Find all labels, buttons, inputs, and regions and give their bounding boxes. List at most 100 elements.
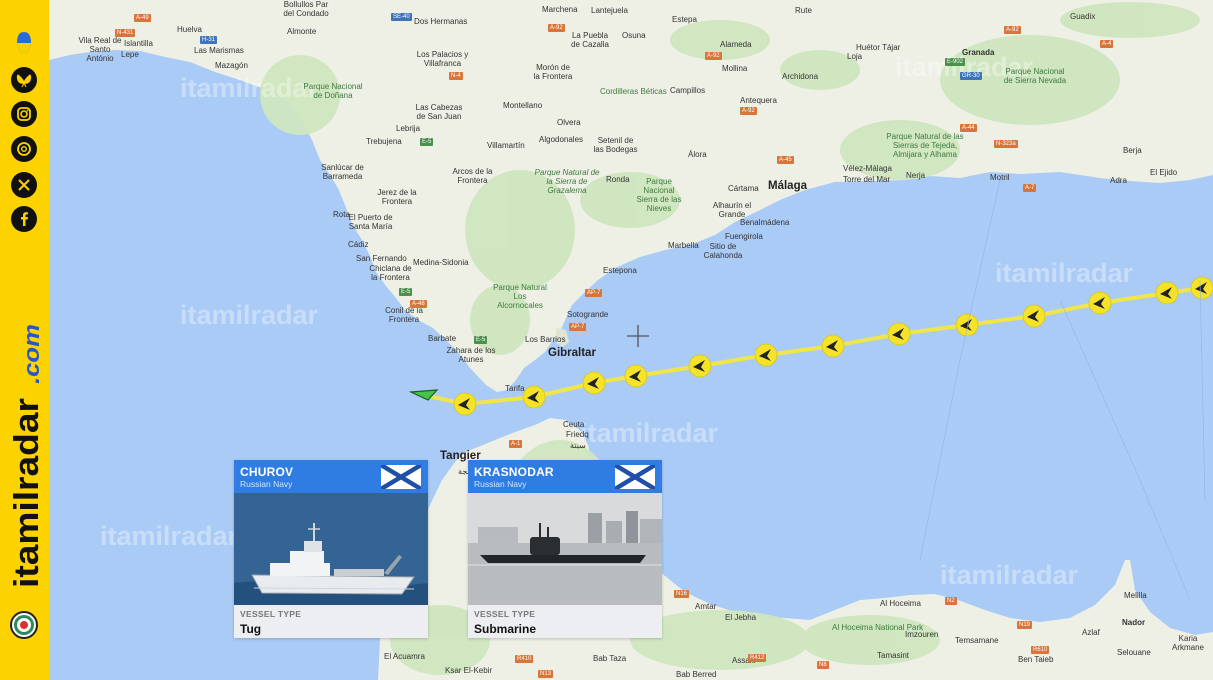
- place-label: Villamartín: [487, 141, 525, 150]
- road-shield: AP-7: [585, 289, 603, 297]
- threads-icon[interactable]: [11, 136, 37, 162]
- watermark: itamilradar: [995, 258, 1134, 288]
- card-footer: VESSEL TYPE Submarine: [468, 605, 662, 638]
- card-header: KRASNODAR Russian Navy: [468, 460, 662, 493]
- vessel-operator: Russian Navy: [474, 479, 527, 489]
- place-label: سبتة: [570, 441, 586, 450]
- road-shield: N2: [945, 597, 957, 605]
- place-label: Alhaurín el Grande: [712, 201, 752, 219]
- road-shield: A-49: [134, 14, 151, 22]
- place-label: Tarifa: [505, 384, 525, 393]
- park-label: Parque Nacional de Doñana: [303, 82, 363, 100]
- place-label: Mollina: [722, 64, 748, 73]
- place-label: Motril: [990, 173, 1010, 182]
- place-label: Benalmádena: [740, 218, 790, 227]
- place-label: Loja: [847, 52, 863, 61]
- road-shield: A-92: [740, 107, 757, 115]
- brand-tld: .com: [19, 324, 44, 384]
- place-label: Conil de la Frontera: [385, 306, 423, 324]
- place-label: Marchena: [542, 5, 578, 14]
- place-label: Rute: [795, 6, 812, 15]
- place-label: Estepona: [603, 266, 637, 275]
- road-shield: R610: [1031, 646, 1050, 654]
- place-label: Azlaf: [1082, 628, 1100, 637]
- bluesky-icon[interactable]: [11, 67, 37, 93]
- route-marker-icon[interactable]: [955, 313, 979, 337]
- place-label: Algodonales: [539, 135, 584, 144]
- place-label: Vélez-Málaga: [843, 164, 892, 173]
- place-label: Alameda: [720, 40, 752, 49]
- place-label: Islantilla: [124, 39, 153, 48]
- road-shield: A-7: [1023, 184, 1037, 192]
- road-shield: N8: [817, 661, 829, 669]
- place-label: Trebujena: [366, 137, 402, 146]
- place-label: Granada: [962, 48, 995, 57]
- route-marker-icon[interactable]: [582, 371, 606, 395]
- place-label: El Puerto de Santa María: [348, 213, 393, 231]
- road-shield: A-92: [705, 52, 722, 60]
- place-label: Sotogrande: [567, 310, 609, 319]
- park-label: Parque Natural de las Sierras de Tejeda,…: [886, 132, 964, 159]
- route-marker-icon[interactable]: [1088, 291, 1112, 315]
- road-shield: R412: [748, 654, 767, 662]
- place-label: Barbate: [428, 334, 457, 343]
- place-label: Marbella: [668, 241, 699, 250]
- road-shield: A-1: [509, 440, 523, 448]
- roundel-icon: [10, 611, 38, 639]
- place-label: Cádiz: [348, 240, 369, 249]
- place-label: Álora: [688, 150, 707, 159]
- place-label: Campillos: [670, 86, 706, 95]
- place-label: Estepa: [672, 15, 697, 24]
- place-label: Vila Real de Santo António: [78, 36, 122, 63]
- place-label: Tamasint: [877, 651, 910, 660]
- route-marker-icon[interactable]: [453, 392, 477, 416]
- place-label: La Puebla de Cazalla: [571, 31, 609, 49]
- brand-name: itamilradar: [8, 398, 45, 588]
- place-label: Bollullos Par del Condado: [283, 0, 329, 18]
- place-label: Imzouren: [905, 630, 939, 639]
- instagram-icon[interactable]: [11, 101, 37, 127]
- vessel-card[interactable]: KRASNODAR Russian Navy VESSEL TYPE Subma…: [468, 460, 662, 638]
- place-label: Gibraltar: [548, 347, 596, 359]
- place-label: Huétor Tájar: [856, 43, 901, 52]
- route-marker-icon[interactable]: [522, 385, 546, 409]
- vessel-card[interactable]: CHUROV Russian Navy VESSEL TYPE Tug: [234, 460, 428, 638]
- facebook-icon[interactable]: [11, 206, 37, 232]
- road-shield: N19: [1017, 621, 1033, 629]
- route-marker-icon[interactable]: [1155, 281, 1179, 305]
- road-shield: A-4: [1100, 40, 1114, 48]
- park-label: Parque Natural de la Sierra de Grazalema: [534, 168, 600, 195]
- vessel-name: KRASNODAR: [474, 465, 554, 479]
- route-marker-icon[interactable]: [821, 334, 845, 358]
- place-label: Bab Taza: [593, 654, 627, 663]
- route-marker-icon[interactable]: [1022, 304, 1046, 328]
- place-label: Bab Berred: [676, 670, 717, 679]
- road-shield: A-48: [410, 300, 427, 308]
- place-label: Amtar: [695, 602, 717, 611]
- route-marker-icon[interactable]: [1190, 276, 1213, 300]
- watermark: itamilradar: [940, 560, 1079, 590]
- place-label: Medina-Sidonia: [413, 258, 469, 267]
- route-marker-icon[interactable]: [624, 364, 648, 388]
- vessel-photo: [234, 493, 428, 605]
- vessel-type-label: VESSEL TYPE: [240, 609, 302, 619]
- route-marker-icon[interactable]: [688, 354, 712, 378]
- vessel-name: CHUROV: [240, 465, 294, 479]
- watermark: itamilradar: [180, 73, 319, 103]
- ukraine-flag-icon[interactable]: [11, 30, 37, 56]
- park-label: Parque Nacional de Sierra Nevada: [1003, 67, 1067, 85]
- place-label: Arcos de la Frontera: [452, 167, 493, 185]
- x-icon[interactable]: [11, 172, 37, 198]
- brand-logo[interactable]: itamilradar .com: [5, 320, 45, 620]
- road-shield: E-902: [945, 58, 966, 66]
- route-marker-icon[interactable]: [887, 322, 911, 346]
- vessel-type-value: Tug: [240, 622, 262, 636]
- place-label: Archidona: [782, 72, 819, 81]
- road-shield: SE-40: [391, 13, 412, 21]
- route-marker-icon[interactable]: [754, 343, 778, 367]
- place-label: Berja: [1123, 146, 1142, 155]
- place-label: Friedq: [566, 430, 589, 439]
- park-label: Parque Natural Los Alcornocales: [493, 283, 547, 310]
- place-label: Los Barrios: [525, 335, 566, 344]
- place-label: Osuna: [622, 31, 646, 40]
